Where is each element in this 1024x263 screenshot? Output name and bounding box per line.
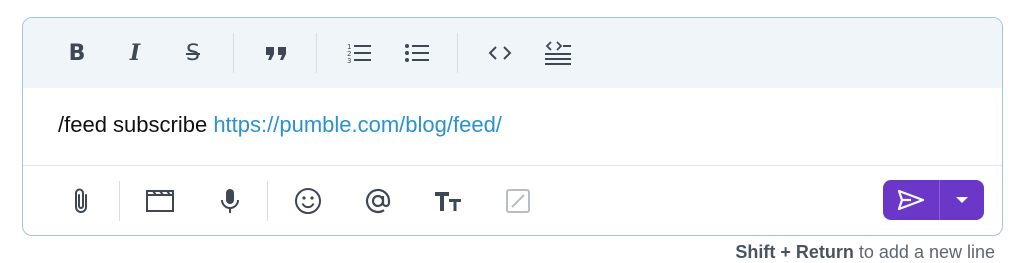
code-icon [488,46,512,60]
numbered-list-button[interactable]: 1 2 3 [345,39,373,67]
strikethrough-icon: S [186,40,200,66]
video-icon [146,190,174,212]
toolbar-divider [457,33,458,73]
italic-icon: I [129,40,141,66]
text-format-button[interactable] [433,186,463,216]
send-button-group [883,180,984,220]
slash-command-icon [506,189,530,213]
attach-file-button[interactable] [67,186,97,216]
record-video-button[interactable] [145,186,175,216]
toolbar-divider [316,33,317,73]
mention-icon [365,188,391,214]
bold-icon: B [68,40,86,66]
text-format-icon [435,192,461,211]
hint-keys: Shift + Return [735,242,854,262]
message-composer: B I S 1 2 3 /feed subscribe https://pumb… [22,17,1003,236]
actions-divider [119,181,120,221]
emoji-button[interactable] [293,186,323,216]
paperclip-icon [75,188,87,213]
toolbar-divider [233,33,234,73]
newline-hint: Shift + Return to add a new line [735,242,995,263]
italic-button[interactable]: I [121,39,149,67]
command-text: /feed subscribe [58,112,214,137]
bold-button[interactable]: B [63,39,91,67]
quote-button[interactable] [262,39,290,67]
composer-actions [23,166,1002,235]
bulleted-list-button[interactable] [403,39,431,67]
numbered-list-icon: 1 2 3 [347,43,371,64]
hint-text: to add a new line [853,242,995,262]
bulleted-list-icon [405,44,429,62]
record-audio-button[interactable] [215,186,245,216]
caret-down-icon [956,197,968,203]
feed-url-link[interactable]: https://pumble.com/blog/feed/ [213,112,502,137]
emoji-icon [295,188,321,214]
send-options-button[interactable] [940,180,984,220]
code-block-icon [545,41,571,65]
inline-code-button[interactable] [486,39,514,67]
actions-divider [267,181,268,221]
strikethrough-button[interactable]: S [179,39,207,67]
quote-icon [266,47,286,60]
send-icon [897,189,925,211]
send-button[interactable] [883,180,939,220]
microphone-icon [221,189,239,213]
svg-text:3: 3 [347,57,351,64]
message-input[interactable]: /feed subscribe https://pumble.com/blog/… [23,88,1002,166]
formatting-toolbar: B I S 1 2 3 [23,18,1002,88]
slash-command-button[interactable] [503,186,533,216]
code-block-button[interactable] [544,39,572,67]
mention-button[interactable] [363,186,393,216]
